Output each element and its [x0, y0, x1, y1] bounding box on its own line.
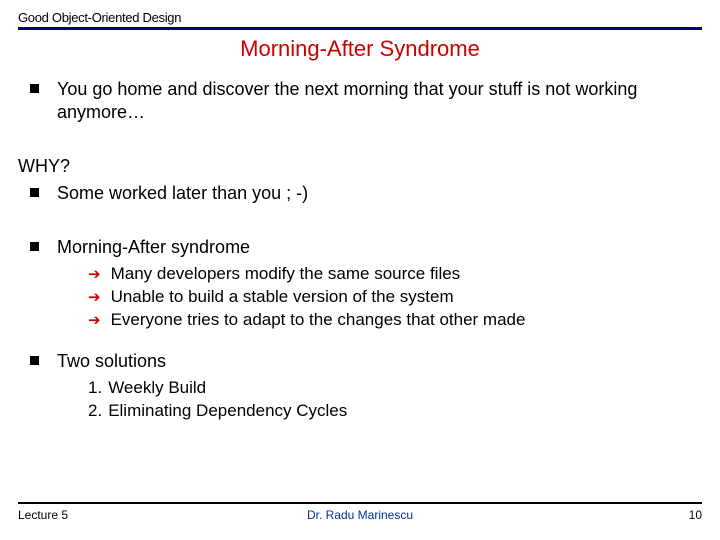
sub-bullet-item: ➔ Unable to build a stable version of th…	[18, 286, 702, 307]
footer: Lecture 5 Dr. Radu Marinescu 10	[18, 502, 702, 522]
item-number: 1.	[88, 377, 102, 400]
footer-center: Dr. Radu Marinescu	[18, 508, 702, 522]
slide-title: Morning-After Syndrome	[18, 36, 702, 62]
bullet-text: Morning-After syndrome	[57, 236, 702, 259]
square-bullet-icon	[30, 84, 39, 93]
numbered-item: 1. Weekly Build	[18, 377, 702, 400]
arrow-icon: ➔	[88, 288, 101, 306]
bullet-text: Two solutions	[57, 350, 702, 373]
bullet-item: Morning-After syndrome	[18, 236, 702, 259]
page-number: 10	[689, 508, 702, 522]
numbered-item: 2. Eliminating Dependency Cycles	[18, 400, 702, 423]
sub-bullet-text: Many developers modify the same source f…	[111, 263, 702, 284]
sub-bullet-text: Unable to build a stable version of the …	[111, 286, 702, 307]
footer-rule	[18, 502, 702, 504]
square-bullet-icon	[30, 188, 39, 197]
sub-bullet-item: ➔ Many developers modify the same source…	[18, 263, 702, 284]
header-rule	[18, 27, 702, 30]
arrow-icon: ➔	[88, 265, 101, 283]
bullet-text: Some worked later than you ; -)	[57, 182, 702, 205]
numbered-item-text: Eliminating Dependency Cycles	[108, 400, 347, 423]
why-label-row: WHY?	[18, 155, 702, 178]
square-bullet-icon	[30, 356, 39, 365]
header-label: Good Object-Oriented Design	[18, 10, 702, 25]
bullet-text: You go home and discover the next mornin…	[57, 78, 702, 123]
slide-content: You go home and discover the next mornin…	[18, 78, 702, 423]
sub-bullet-text: Everyone tries to adapt to the changes t…	[111, 309, 702, 330]
numbered-item-text: Weekly Build	[108, 377, 206, 400]
sub-bullet-item: ➔ Everyone tries to adapt to the changes…	[18, 309, 702, 330]
why-label: WHY?	[18, 155, 702, 178]
bullet-item: Two solutions	[18, 350, 702, 373]
item-number: 2.	[88, 400, 102, 423]
square-bullet-icon	[30, 242, 39, 251]
bullet-item: You go home and discover the next mornin…	[18, 78, 702, 123]
arrow-icon: ➔	[88, 311, 101, 329]
bullet-item: Some worked later than you ; -)	[18, 182, 702, 205]
